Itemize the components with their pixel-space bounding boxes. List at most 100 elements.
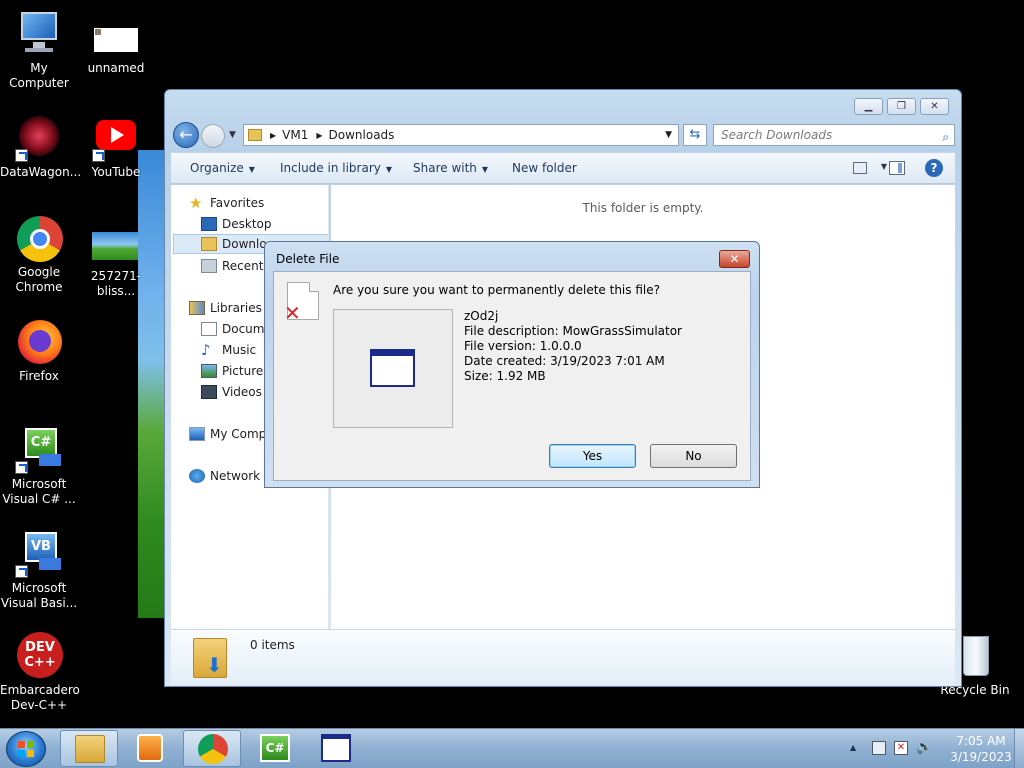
- nav-item-music[interactable]: ♪ Music: [201, 340, 256, 360]
- youtube-icon: [92, 114, 140, 162]
- taskbar-application-button[interactable]: [307, 730, 365, 767]
- minimize-icon: ▁: [864, 101, 873, 112]
- file-preview: [333, 309, 453, 428]
- application-window-icon: [370, 349, 415, 387]
- folder-icon: [75, 735, 105, 763]
- desktop-icon-my-computer[interactable]: My Computer: [0, 10, 78, 91]
- visual-csharp-icon: C#: [260, 734, 290, 762]
- computer-icon: [189, 427, 205, 441]
- nav-label: Videos: [222, 385, 262, 399]
- details-pane: 0 items: [171, 629, 955, 685]
- dialog-close-button[interactable]: ✕: [719, 250, 750, 268]
- nav-item-pictures[interactable]: Pictures: [201, 361, 270, 381]
- start-button[interactable]: [6, 731, 46, 767]
- desktop-icon-visual-csharp[interactable]: C# Microsoft Visual C# ...: [0, 426, 78, 507]
- datawagon-icon: [15, 114, 63, 162]
- network-icon: [189, 469, 205, 483]
- image-file-icon: [92, 10, 140, 58]
- no-button[interactable]: No: [650, 444, 737, 468]
- desktop-icon-label: 257271-bliss...: [90, 269, 142, 298]
- clock-date[interactable]: 3/19/2023: [948, 750, 1014, 764]
- delete-file-dialog[interactable]: Delete File ✕ ✕ Are you sure you want to…: [264, 241, 760, 488]
- help-icon[interactable]: ?: [925, 159, 943, 177]
- taskbar-media-player-button[interactable]: [121, 730, 179, 767]
- nav-item-documents[interactable]: Docume: [201, 319, 272, 339]
- yes-button[interactable]: Yes: [549, 444, 636, 468]
- new-folder-button[interactable]: New folder: [512, 161, 577, 175]
- action-center-icon[interactable]: ✕: [894, 741, 908, 755]
- nav-label: Downlo: [222, 237, 267, 251]
- desktop-icon-bliss-image[interactable]: 257271-bliss...: [77, 218, 155, 299]
- nav-item-videos[interactable]: Videos: [201, 382, 262, 402]
- clock-time[interactable]: 7:05 AM: [948, 734, 1014, 748]
- downloads-folder-icon: [193, 638, 227, 678]
- volume-icon[interactable]: 🔈: [916, 741, 932, 755]
- include-in-library-label: Include in library: [280, 161, 381, 175]
- chevron-right-icon[interactable]: ▶: [270, 131, 276, 140]
- maximize-button[interactable]: ❐: [887, 98, 916, 115]
- show-desktop-button[interactable]: [1014, 729, 1024, 768]
- forward-button[interactable]: [201, 124, 225, 148]
- restore-icon: ❐: [897, 101, 906, 112]
- breadcrumb-downloads[interactable]: Downloads: [329, 128, 395, 142]
- chevron-down-icon[interactable]: ▼: [665, 130, 672, 140]
- organize-button[interactable]: Organize ▼: [190, 161, 255, 175]
- desktop-icon-youtube[interactable]: YouTube: [77, 114, 155, 180]
- back-button[interactable]: ←: [173, 122, 199, 148]
- desktop-icon-label: DataWagon...: [0, 165, 82, 179]
- desktop-icon-label: Microsoft Visual C# ...: [2, 477, 76, 506]
- nav-item-my-computer[interactable]: My Comp: [189, 424, 266, 444]
- chevron-down-icon: ▼: [248, 165, 255, 174]
- include-in-library-button[interactable]: Include in library ▼: [280, 161, 392, 175]
- share-with-button[interactable]: Share with ▼: [413, 161, 488, 175]
- star-icon: ★: [189, 194, 203, 212]
- shortcut-arrow-icon: [15, 461, 28, 474]
- nav-item-network[interactable]: Network: [189, 466, 260, 486]
- desktop-icon-unnamed[interactable]: unnamed: [77, 10, 155, 76]
- chevron-down-icon: ▼: [481, 165, 489, 174]
- preview-pane-icon[interactable]: [889, 161, 905, 175]
- address-bar[interactable]: ▶ VM1 ▶ Downloads ▼: [243, 124, 679, 146]
- command-bar: Organize ▼ Include in library ▼ Share with…: [171, 152, 955, 184]
- search-icon[interactable]: ⌕: [942, 127, 949, 147]
- minimize-button[interactable]: ▁: [854, 98, 883, 115]
- recent-places-icon: [201, 259, 217, 273]
- nav-item-favorites[interactable]: ★ Favorites: [189, 193, 264, 213]
- chevron-down-icon[interactable]: ▼: [881, 162, 887, 171]
- windows-logo-icon: [18, 741, 34, 757]
- desktop-icon-label: Firefox: [19, 369, 59, 383]
- desktop-icon-datawagon[interactable]: DataWagon...: [0, 114, 82, 180]
- desktop-icon-dev-cpp[interactable]: DEV C++ Embarcadero Dev-C++: [0, 632, 80, 713]
- organize-label: Organize: [190, 161, 244, 175]
- close-button[interactable]: ✕: [920, 98, 949, 115]
- desktop-icon-google-chrome[interactable]: Google Chrome: [0, 214, 78, 295]
- desktop-icon-visual-basic[interactable]: VB Microsoft Visual Basi...: [0, 530, 78, 611]
- file-version: File version: 1.0.0.0: [464, 339, 582, 353]
- show-hidden-icons-icon[interactable]: ▲: [850, 743, 856, 752]
- shortcut-arrow-icon: [15, 565, 28, 578]
- nav-item-desktop[interactable]: Desktop: [201, 214, 272, 234]
- chevron-right-icon[interactable]: ▶: [316, 131, 322, 140]
- pictures-icon: [201, 364, 217, 378]
- documents-icon: [201, 322, 217, 336]
- network-status-icon[interactable]: [872, 741, 886, 755]
- recent-pages-dropdown-icon[interactable]: ▼: [229, 130, 236, 140]
- music-icon: ♪: [201, 341, 211, 359]
- chevron-down-icon: ▼: [385, 165, 393, 174]
- taskbar-explorer-button[interactable]: [60, 730, 118, 767]
- nav-item-libraries[interactable]: Libraries: [189, 298, 262, 318]
- nav-label: Network: [210, 469, 261, 483]
- change-view-icon[interactable]: [853, 162, 867, 174]
- empty-folder-message: This folder is empty.: [582, 201, 704, 215]
- search-input[interactable]: Search Downloads ⌕: [713, 124, 955, 146]
- breadcrumb-vm1[interactable]: VM1: [282, 128, 308, 142]
- shortcut-arrow-icon: [92, 149, 105, 162]
- desktop-icon-label: Microsoft Visual Basi...: [0, 581, 78, 610]
- taskbar-visual-csharp-button[interactable]: C#: [246, 730, 304, 767]
- dialog-body: ✕ Are you sure you want to permanently d…: [273, 271, 751, 481]
- nav-label: Libraries: [210, 301, 262, 315]
- desktop-icon-firefox[interactable]: Firefox: [0, 318, 78, 384]
- refresh-button[interactable]: ⇆: [683, 124, 707, 146]
- dev-cpp-icon: DEV C++: [15, 632, 63, 680]
- taskbar-chrome-button[interactable]: [183, 730, 241, 767]
